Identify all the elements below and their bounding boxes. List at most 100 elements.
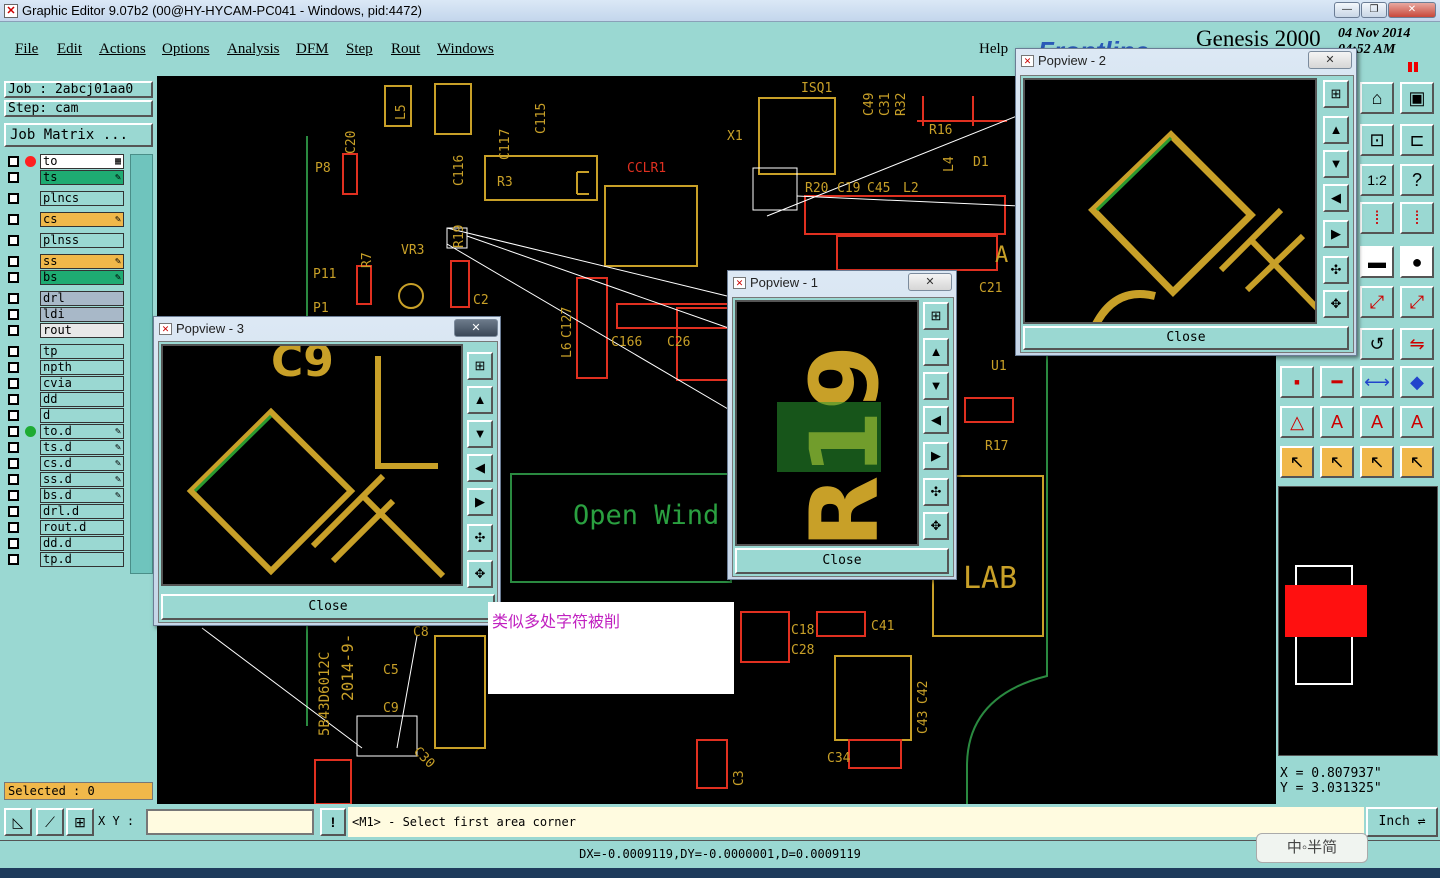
layer-checkbox[interactable] [8, 362, 19, 373]
center-snap-icon[interactable]: ⊞ [66, 808, 94, 836]
layer-checkbox[interactable] [8, 272, 19, 283]
layer-name[interactable]: to ▦ [40, 154, 124, 169]
flip-icon[interactable]: ⇋ [1400, 328, 1434, 360]
layer-name[interactable]: to.d ✎ [40, 424, 124, 439]
select-circle-icon[interactable]: ↖ [1360, 446, 1394, 478]
layer-row-bs[interactable]: bs ✎ [4, 270, 126, 285]
layer-checkbox[interactable] [8, 235, 19, 246]
layer-name[interactable]: dd [40, 392, 124, 407]
maximize-button[interactable]: ❐ [1361, 2, 1387, 18]
pan-left-icon[interactable]: ◀ [1323, 184, 1349, 212]
layer-name[interactable]: rout.d [40, 520, 124, 535]
layer-row-ts[interactable]: ts ✎ [4, 170, 126, 185]
layer-name[interactable]: cs ✎ [40, 212, 124, 227]
a-outline-icon[interactable]: A [1320, 406, 1354, 438]
zoom-out-icon[interactable]: ✣ [467, 524, 493, 552]
scale-icon[interactable]: 1:2 [1360, 164, 1394, 196]
menu-dfm[interactable]: DFM [296, 41, 329, 58]
layer-checkbox[interactable] [8, 156, 19, 167]
zoom-in-icon[interactable]: ✥ [1323, 290, 1349, 318]
menu-actions[interactable]: Actions [99, 41, 146, 58]
layer-checkbox[interactable] [8, 474, 19, 485]
layer-row-drl[interactable]: drl [4, 291, 126, 306]
layer-row-ldi[interactable]: ldi [4, 307, 126, 322]
layer-row-ts-d[interactable]: ts.d ✎ [4, 440, 126, 455]
layer-row-rout-d[interactable]: rout.d [4, 520, 126, 535]
layer-checkbox[interactable] [8, 325, 19, 336]
layer-name[interactable]: plncs [40, 191, 124, 206]
minimize-button[interactable]: — [1334, 2, 1360, 18]
layer-name[interactable]: dd.d [40, 536, 124, 551]
zoom-fit-icon[interactable]: ⊡ [1360, 124, 1394, 156]
layer-name[interactable]: cs.d ✎ [40, 456, 124, 471]
pan-down-icon[interactable]: ▼ [1323, 150, 1349, 178]
pan-right-icon[interactable]: ▶ [467, 488, 493, 516]
layer-row-dd-d[interactable]: dd.d [4, 536, 126, 551]
pad-icon[interactable]: ● [1400, 246, 1434, 278]
zoom-out-icon[interactable]: ✣ [923, 478, 949, 506]
pan-right-icon[interactable]: ▶ [1323, 220, 1349, 248]
layer-row-npth[interactable]: npth [4, 360, 126, 375]
zoom-window-icon[interactable]: ⊞ [923, 302, 949, 330]
layer-row-bs-d[interactable]: bs.d ✎ [4, 488, 126, 503]
layer-name[interactable]: bs ✎ [40, 270, 124, 285]
layer-row-cs-d[interactable]: cs.d ✎ [4, 456, 126, 471]
connect-icon[interactable]: ⤢ [1360, 286, 1394, 318]
menu-step[interactable]: Step [346, 41, 373, 58]
layer-checkbox[interactable] [8, 554, 19, 565]
zoom-in-icon[interactable]: ✥ [467, 560, 493, 588]
line-icon[interactable]: ━ [1320, 366, 1354, 398]
zoom-window-icon[interactable]: ⊞ [1323, 80, 1349, 108]
layer-name[interactable]: cvia [40, 376, 124, 391]
undo-icon[interactable]: ↺ [1360, 328, 1394, 360]
layer-checkbox[interactable] [8, 214, 19, 225]
menu-rout[interactable]: Rout [391, 41, 420, 58]
warning-icon[interactable]: ! [320, 808, 346, 836]
layer-checkbox[interactable] [8, 309, 19, 320]
overview-map[interactable] [1278, 486, 1438, 756]
layer-name[interactable]: bs.d ✎ [40, 488, 124, 503]
layer-name[interactable]: tp [40, 344, 124, 359]
zoom-window-icon[interactable]: ⊞ [467, 352, 493, 380]
shapes-icon[interactable]: ◆ [1400, 366, 1434, 398]
layer-checkbox[interactable] [8, 426, 19, 437]
layer-name[interactable]: ts ✎ [40, 170, 124, 185]
menu-edit[interactable]: Edit [57, 41, 82, 58]
pan-left-icon[interactable]: ◀ [467, 454, 493, 482]
select-path-icon[interactable]: ↖ [1400, 446, 1434, 478]
layer-checkbox[interactable] [8, 193, 19, 204]
layer-checkbox[interactable] [8, 506, 19, 517]
close-window-button[interactable]: ✕ [1388, 2, 1436, 18]
pan-up-icon[interactable]: ▲ [923, 338, 949, 366]
layer-row-drl-d[interactable]: drl.d [4, 504, 126, 519]
a-arrow-icon[interactable]: A [1360, 406, 1394, 438]
layer-name[interactable]: npth [40, 360, 124, 375]
pan-down-icon[interactable]: ▼ [467, 420, 493, 448]
layer-row-tp[interactable]: tp [4, 344, 126, 359]
pan-up-icon[interactable]: ▲ [1323, 116, 1349, 144]
layer-name[interactable]: ts.d ✎ [40, 440, 124, 455]
pan-right-icon[interactable]: ▶ [923, 442, 949, 470]
window-icon[interactable]: ▣ [1400, 82, 1434, 114]
popview-1-x-button[interactable]: ✕ [908, 273, 952, 291]
menu-analysis[interactable]: Analysis [227, 41, 280, 58]
layer-name[interactable]: plnss [40, 233, 124, 248]
layer-checkbox[interactable] [8, 538, 19, 549]
layer-name[interactable]: ldi [40, 307, 124, 322]
layer-checkbox[interactable] [8, 490, 19, 501]
layer-row-cs[interactable]: cs ✎ [4, 212, 126, 227]
layer-name[interactable]: d [40, 408, 124, 423]
feature-icon[interactable]: ▪ [1280, 366, 1314, 398]
layer-checkbox[interactable] [8, 410, 19, 421]
layer-scrollbar[interactable] [130, 154, 153, 574]
popview-2-close-button[interactable]: Close [1023, 326, 1349, 350]
menu-help[interactable]: Help [979, 41, 1008, 58]
layer-checkbox[interactable] [8, 522, 19, 533]
popview-1-close-button[interactable]: Close [735, 548, 949, 574]
triangle-icon[interactable]: △ [1280, 406, 1314, 438]
home-icon[interactable]: ⌂ [1360, 82, 1394, 114]
help-icon[interactable]: ? [1400, 164, 1434, 196]
layer-row-ss[interactable]: ss ✎ [4, 254, 126, 269]
layer-checkbox[interactable] [8, 256, 19, 267]
layer-row-plnss[interactable]: plnss [4, 233, 126, 248]
